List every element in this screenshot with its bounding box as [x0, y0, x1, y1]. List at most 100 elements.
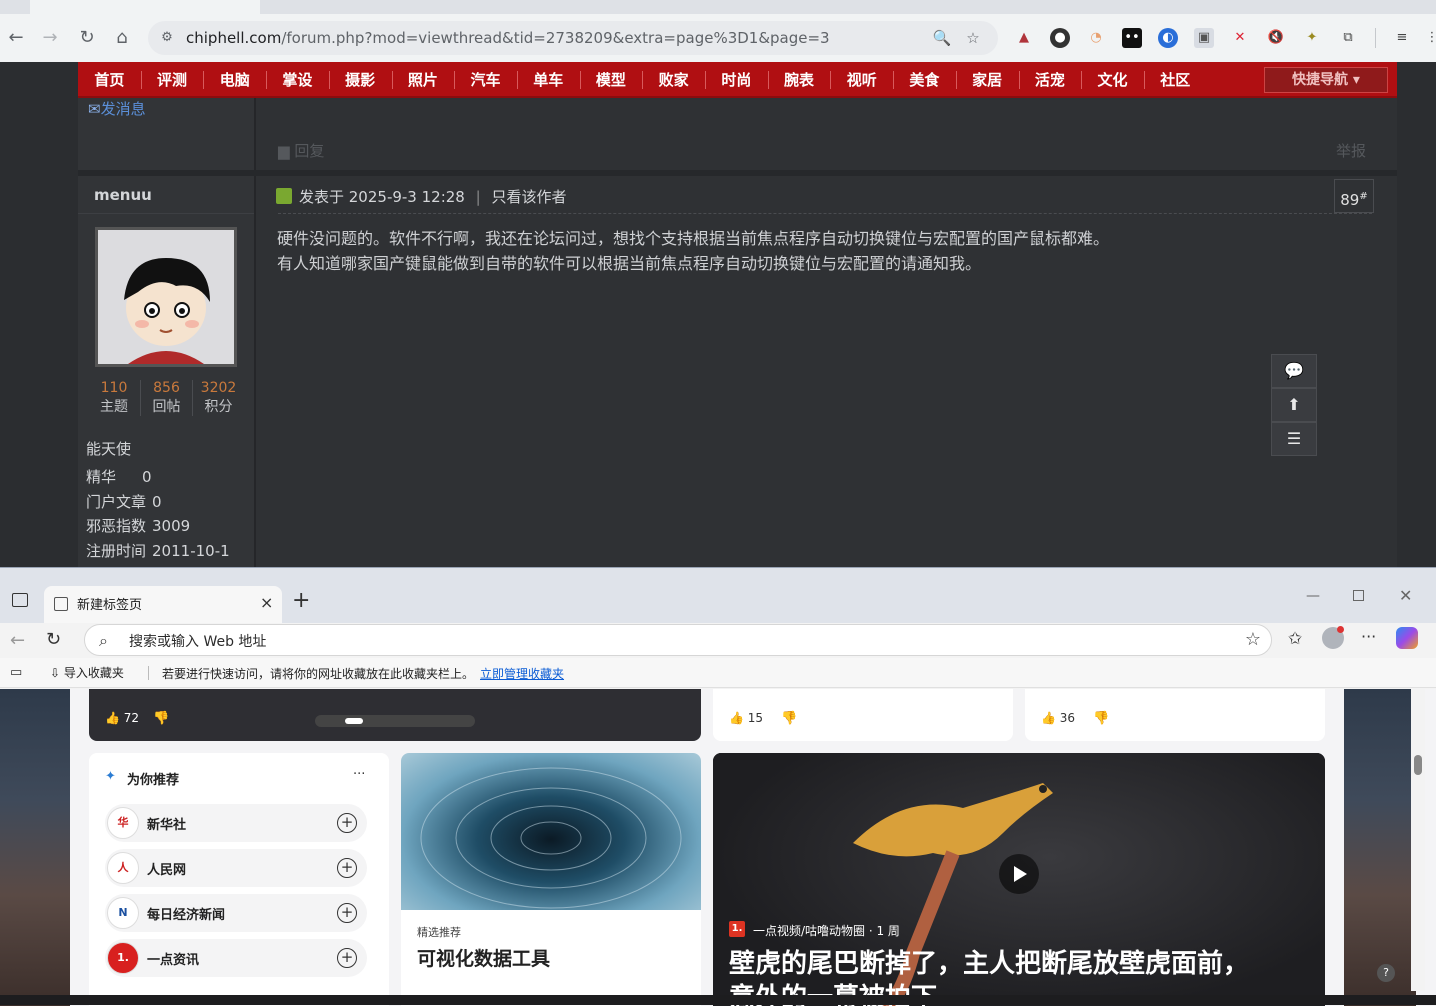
author-name[interactable]: menuu: [94, 186, 152, 204]
site-info-icon[interactable]: ⚙: [158, 29, 176, 47]
active-tab[interactable]: [30, 0, 260, 14]
follow-plus-icon[interactable]: +: [337, 903, 357, 923]
url-text[interactable]: chiphell.com/forum.php?mod=viewthread&ti…: [186, 29, 830, 47]
back-to-top-button[interactable]: ⬆: [1271, 388, 1317, 422]
extensions-puzzle-icon[interactable]: ⧉: [1338, 28, 1358, 48]
nav-item-7[interactable]: 单车: [517, 62, 580, 98]
quick-nav-button[interactable]: 快捷导航 ▾: [1264, 67, 1388, 93]
extension-ninja-icon[interactable]: ●: [1050, 28, 1070, 48]
recommend-item[interactable]: N 每日经济新闻 +: [105, 894, 367, 932]
extension-cross-icon[interactable]: ✕: [1230, 28, 1250, 48]
nav-item-9[interactable]: 败家: [642, 62, 705, 98]
reading-list-icon[interactable]: ≡: [1392, 28, 1412, 48]
nav-item-4[interactable]: 摄影: [329, 62, 392, 98]
author-avatar[interactable]: [95, 227, 237, 367]
new-tab-plus-icon[interactable]: +: [292, 588, 310, 613]
extension-a-icon[interactable]: ▲: [1014, 28, 1034, 48]
top-card-3[interactable]: 👍 36 👎: [1025, 689, 1325, 741]
stat-2[interactable]: 3202 积分: [192, 380, 244, 416]
edge-tab-newtab[interactable]: 新建标签页 ×: [44, 586, 282, 623]
extension-image-icon[interactable]: ▣: [1194, 28, 1214, 48]
nav-item-6[interactable]: 汽车: [454, 62, 517, 98]
scrollbar-track[interactable]: [1411, 689, 1425, 991]
featured-card[interactable]: 精选推荐 可视化数据工具: [401, 753, 701, 1006]
mute-icon[interactable]: 🔇: [1266, 28, 1286, 48]
edge-refresh-icon[interactable]: ↻: [46, 629, 61, 650]
close-tab-icon[interactable]: ×: [260, 593, 273, 612]
nav-item-12[interactable]: 视听: [830, 62, 893, 98]
list-float-button[interactable]: ☰: [1271, 422, 1317, 456]
scrollbar-thumb[interactable]: [1414, 755, 1422, 775]
favorites-icon[interactable]: ✩: [1288, 629, 1302, 649]
reload-icon[interactable]: ↻: [75, 26, 99, 50]
follow-plus-icon[interactable]: +: [337, 948, 357, 968]
window-close-icon[interactable]: ✕: [1399, 586, 1412, 605]
edge-browser-window: 新建标签页 × + — ✕ ← ↻ ⌕ 搜索或输入 Web 地址 ☆ ✩ ···…: [0, 567, 1436, 1006]
reply-button[interactable]: ▆ 回复: [278, 140, 324, 161]
edge-address-bar[interactable]: ⌕ 搜索或输入 Web 地址 ☆: [84, 624, 1272, 656]
settings-more-icon[interactable]: ···: [1361, 627, 1376, 646]
nav-item-17[interactable]: 社区: [1144, 62, 1207, 98]
video-card[interactable]: 1. 一点视频/咕噜动物圈 · 1 周 壁虎的尾巴断掉了，主人把断尾放壁虎面前，…: [713, 753, 1325, 1006]
nav-item-2[interactable]: 电脑: [203, 62, 266, 98]
recommend-more-icon[interactable]: ···: [353, 767, 365, 782]
nav-item-14[interactable]: 家居: [956, 62, 1019, 98]
nav-item-5[interactable]: 照片: [392, 62, 455, 98]
stat-1[interactable]: 856 回帖: [140, 380, 192, 416]
only-author-link[interactable]: 只看该作者: [491, 188, 566, 206]
nav-item-13[interactable]: 美食: [893, 62, 956, 98]
tab-actions-icon[interactable]: [12, 593, 28, 607]
forward-icon[interactable]: →: [38, 26, 62, 50]
profile-avatar-icon[interactable]: [1322, 626, 1344, 649]
fav-bar-toggle-icon[interactable]: ▭: [10, 665, 22, 680]
address-bar[interactable]: ⚙ chiphell.com/forum.php?mod=viewthread&…: [148, 21, 998, 55]
play-button[interactable]: [999, 854, 1039, 894]
floor-number[interactable]: 89#: [1334, 179, 1374, 213]
report-link[interactable]: 举报: [1336, 140, 1366, 161]
thumbs-down-icon[interactable]: 👎: [1093, 711, 1109, 726]
like-count-1[interactable]: 👍 72: [105, 711, 139, 725]
stat-0[interactable]: 110 主题: [88, 380, 140, 416]
thumbs-down-icon[interactable]: 👎: [781, 711, 797, 726]
nav-item-1[interactable]: 评测: [141, 62, 204, 98]
import-favorites-button[interactable]: ⇩ 导入收藏夹: [50, 664, 124, 681]
menu-icon[interactable]: ⋮: [1422, 28, 1436, 48]
recommend-item[interactable]: 华新华社 +: [105, 804, 367, 842]
nav-item-3[interactable]: 掌设: [266, 62, 329, 98]
extension-cat-icon[interactable]: ◔: [1086, 28, 1106, 48]
back-icon[interactable]: ←: [4, 26, 28, 50]
send-message-link[interactable]: ✉发消息: [88, 98, 146, 119]
nav-item-16[interactable]: 文化: [1081, 62, 1144, 98]
recommend-item[interactable]: 人人民网 +: [105, 849, 367, 887]
manage-favorites-link[interactable]: 立即管理收藏夹: [480, 665, 564, 682]
copilot-icon[interactable]: [1396, 627, 1418, 649]
like-count-3[interactable]: 👍 36: [1041, 711, 1075, 725]
nav-item-8[interactable]: 模型: [580, 62, 643, 98]
add-favorite-icon[interactable]: ☆: [1245, 629, 1261, 650]
bookmark-star-icon[interactable]: ☆: [963, 28, 983, 48]
zoom-icon[interactable]: 🔍: [932, 28, 952, 48]
extension-globe-icon[interactable]: ◐: [1158, 28, 1178, 48]
nav-item-15[interactable]: 活宠: [1019, 62, 1082, 98]
carousel-indicator[interactable]: [315, 715, 475, 727]
top-card-1[interactable]: 👍 72 👎: [89, 689, 701, 741]
nav-item-0[interactable]: 首页: [78, 62, 141, 98]
follow-plus-icon[interactable]: +: [337, 813, 357, 833]
nav-item-11[interactable]: 腕表: [768, 62, 831, 98]
top-card-2[interactable]: 👍 15 👎: [713, 689, 1013, 741]
nav-item-10[interactable]: 时尚: [705, 62, 768, 98]
comment-float-button[interactable]: 💬: [1271, 354, 1317, 388]
extension-eyes-icon[interactable]: ••: [1122, 28, 1142, 48]
home-icon[interactable]: ⌂: [110, 26, 134, 50]
follow-plus-icon[interactable]: +: [337, 858, 357, 878]
help-icon[interactable]: ?: [1377, 964, 1395, 982]
featured-title[interactable]: 可视化数据工具: [417, 944, 550, 971]
extension-bird-icon[interactable]: ✦: [1302, 28, 1322, 48]
edge-back-icon[interactable]: ←: [10, 630, 25, 651]
video-title[interactable]: 壁虎的尾巴断掉了，主人把断尾放壁虎面前，: [729, 943, 1249, 980]
like-count-2[interactable]: 👍 15: [729, 711, 763, 725]
maximize-icon[interactable]: [1353, 590, 1364, 601]
minimize-icon[interactable]: —: [1306, 588, 1320, 604]
thumbs-down-icon[interactable]: 👎: [153, 711, 169, 726]
recommend-item[interactable]: 1. 一点资讯 +: [105, 939, 367, 977]
